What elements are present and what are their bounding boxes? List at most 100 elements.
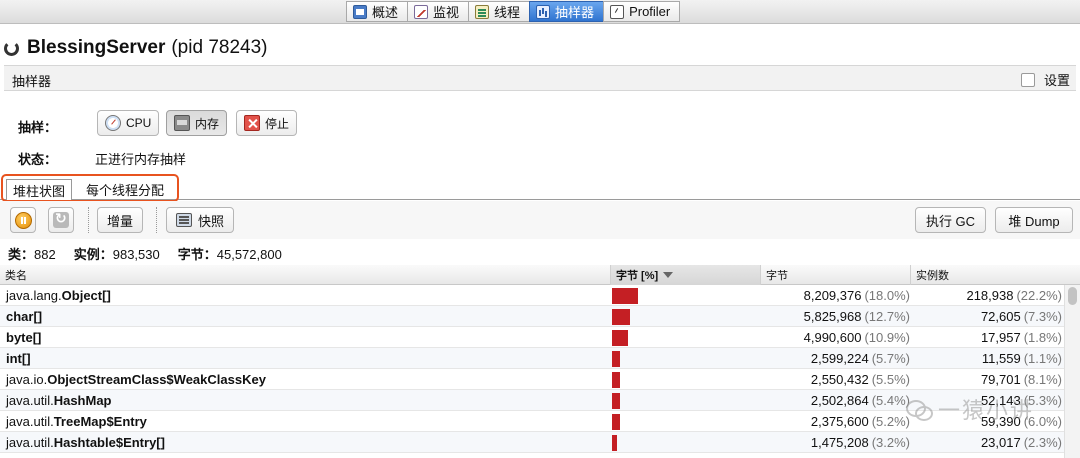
class-simple-name: int[] — [6, 351, 31, 366]
bytes-percent-cell — [612, 411, 620, 432]
delta-button-label: 增量 — [107, 213, 134, 229]
table-row[interactable]: java.lang. Object[] 8,209,376 (18.0%) 218,93… — [0, 285, 1064, 306]
bytes-percent: (10.9%) — [864, 330, 910, 345]
column-class-name[interactable]: 类名 — [0, 265, 610, 285]
bytes-value: 1,475,208 — [810, 435, 869, 450]
sampling-label: 抽样： — [18, 120, 58, 135]
column-class-name-label: 类名 — [5, 270, 27, 282]
class-name-cell: java.lang. Object[] — [6, 285, 111, 306]
bytes-value: 2,550,432 — [810, 372, 869, 387]
summary-stats: 类：882 实例：983,530 字节：45,572,800 — [8, 244, 300, 263]
bytes-percent-cell — [612, 306, 630, 327]
sampler-icon — [536, 4, 551, 19]
class-name-cell: java.util. Hashtable$Entry[] — [6, 432, 165, 453]
tab-sampler[interactable]: 抽样器 — [529, 1, 604, 22]
cpu-sample-button[interactable]: CPU — [97, 110, 160, 136]
pause-button[interactable] — [10, 207, 36, 233]
class-name-cell: java.io. ObjectStreamClass$WeakClassKey — [6, 369, 266, 390]
toolbar-separator — [88, 207, 89, 233]
settings-checkbox[interactable] — [1020, 72, 1035, 87]
column-instances[interactable]: 实例数 — [910, 265, 1080, 285]
column-instances-label: 实例数 — [916, 270, 949, 282]
bytes-cell: 2,375,600 (5.2%) — [760, 411, 910, 432]
table-row[interactable]: byte[] 4,990,600 (10.9%) 17,957 (1.8%) — [0, 327, 1064, 348]
column-bytes-label: 字节 — [766, 270, 788, 282]
settings-toggle[interactable]: 设置 — [1020, 70, 1070, 89]
class-simple-name: byte[] — [6, 330, 42, 345]
class-name-cell: char[] — [6, 306, 42, 327]
table-row[interactable]: java.util. Hashtable$Entry[] 1,475,208 (3.2… — [0, 432, 1064, 453]
page-title: BlessingServer (pid 78243) — [4, 36, 267, 60]
threads-icon — [475, 4, 490, 19]
instances-cell: 11,559 (1.1%) — [912, 348, 1062, 369]
bytes-percent: (5.5%) — [871, 372, 910, 387]
bytes-percent-bar — [612, 329, 628, 346]
tab-threads[interactable]: 线程 — [468, 1, 530, 22]
settings-label: 设置 — [1043, 73, 1070, 88]
wechat-logo-icon — [906, 398, 933, 421]
bytes-percent-bar — [612, 371, 620, 388]
table-row[interactable]: java.io. ObjectStreamClass$WeakClassKey 2,… — [0, 369, 1064, 390]
stop-sample-button[interactable]: 停止 — [236, 110, 298, 136]
class-package: java.util. — [6, 414, 54, 429]
sampler-section-header: 抽样器 设置 — [4, 65, 1076, 91]
app-name: BlessingServer — [27, 37, 166, 58]
instances-cell: 17,957 (1.8%) — [912, 327, 1062, 348]
overview-icon — [353, 4, 367, 19]
stop-button-label: 停止 — [265, 116, 290, 131]
memory-sample-button[interactable]: 内存 — [166, 110, 228, 136]
bytes-percent-cell — [612, 390, 620, 411]
table-row[interactable]: java.util. HashMap 2,502,864 (5.4%) 52,143 (5… — [0, 390, 1064, 411]
class-simple-name: TreeMap$Entry — [53, 414, 147, 429]
tab-overview[interactable]: 概述 — [346, 1, 408, 22]
table-row[interactable]: java.util. TreeMap$Entry 2,375,600 (5.2%) 59… — [0, 411, 1064, 432]
cpu-button-label: CPU — [126, 116, 152, 130]
scrollbar-thumb[interactable] — [1068, 287, 1077, 305]
tab-profiler[interactable]: Profiler — [603, 1, 681, 22]
instances-percent: (1.1%) — [1023, 351, 1062, 366]
bytes-cell: 4,990,600 (10.9%) — [760, 327, 910, 348]
instances-value: 79,701 — [980, 372, 1021, 387]
bytes-label: 字节： — [177, 247, 217, 262]
top-tab-bar: 概述 监视 线程 抽样器 Profiler — [0, 0, 1080, 24]
tab-monitor[interactable]: 监视 — [407, 1, 469, 22]
table-scrollbar[interactable] — [1064, 285, 1080, 458]
pause-icon — [14, 211, 32, 229]
bytes-value: 5,825,968 — [803, 309, 862, 324]
profiler-icon — [610, 4, 625, 19]
monitor-icon — [414, 4, 429, 19]
table-header: 类名 字节 [%] 字节 实例数 — [0, 265, 1080, 285]
tab-monitor-label: 监视 — [433, 5, 460, 20]
delta-button[interactable]: 增量 — [97, 207, 144, 233]
classes-count: 类：882 — [8, 244, 56, 263]
table-row[interactable]: char[] 5,825,968 (12.7%) 72,605 (7.3%) — [0, 306, 1064, 327]
column-bytes-percent-label: 字节 [%] — [616, 270, 659, 282]
bytes-percent: (5.7%) — [871, 351, 910, 366]
bytes-value: 2,502,864 — [810, 393, 869, 408]
classes-label: 类： — [8, 247, 35, 262]
column-bytes-percent[interactable]: 字节 [%] — [610, 265, 760, 285]
table-row[interactable]: int[] 2,599,224 (5.7%) 11,559 (1.1%) — [0, 348, 1064, 369]
class-name-cell: int[] — [6, 348, 31, 369]
bytes-value: 8,209,376 — [803, 288, 862, 303]
heap-dump-button[interactable]: 堆 Dump — [995, 207, 1073, 233]
highlight-annotation — [1, 174, 179, 202]
bytes-count: 字节：45,572,800 — [178, 244, 282, 263]
bytes-percent-bar — [612, 434, 617, 451]
tab-overview-label: 概述 — [372, 5, 399, 20]
memory-chip-icon — [174, 115, 190, 131]
bytes-value: 2,599,224 — [810, 351, 869, 366]
instances-value: 23,017 — [980, 435, 1021, 450]
perform-gc-button[interactable]: 执行 GC — [915, 207, 986, 233]
snapshot-button[interactable]: 快照 — [166, 207, 235, 233]
class-name-cell: java.util. HashMap — [6, 390, 112, 411]
refresh-icon — [53, 210, 69, 228]
column-bytes[interactable]: 字节 — [760, 265, 910, 285]
class-package: java.util. — [6, 393, 54, 408]
refresh-button[interactable] — [48, 207, 74, 233]
instances-cell: 72,605 (7.3%) — [912, 306, 1062, 327]
watermark-text: 一猿小讲 — [938, 398, 1035, 423]
bytes-percent-cell — [612, 285, 638, 306]
bytes-percent-cell — [612, 348, 620, 369]
class-simple-name: Object[] — [61, 288, 111, 303]
